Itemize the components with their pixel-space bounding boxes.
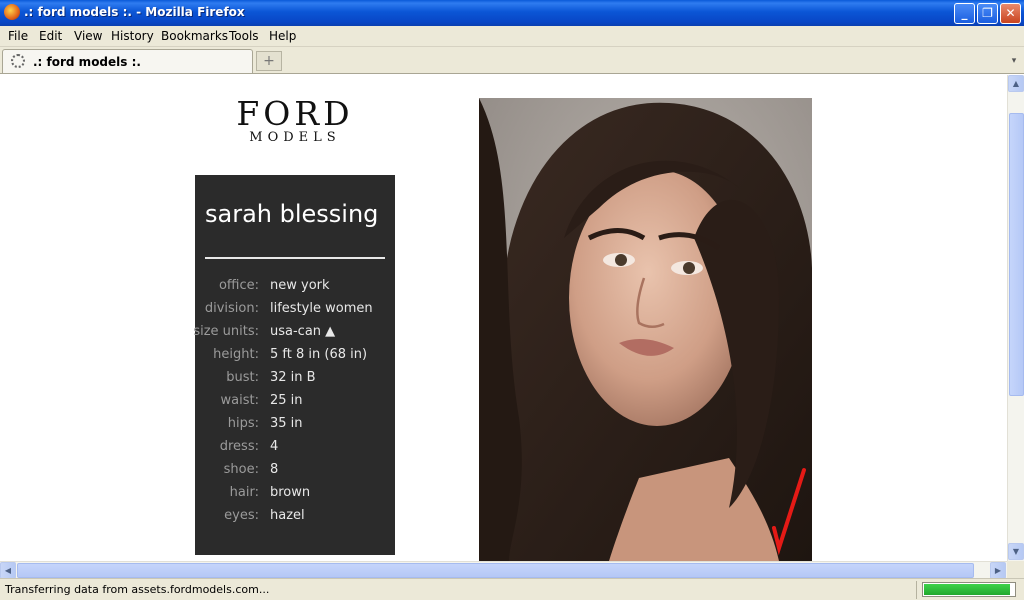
close-button[interactable]: ✕ xyxy=(1000,3,1021,24)
profile-stat-row: dress: 4 xyxy=(195,439,395,462)
profile-stat-label: shoe: xyxy=(223,462,259,477)
menu-tools[interactable]: Tools xyxy=(229,29,259,43)
model-photo xyxy=(479,98,812,561)
profile-stat-label: hips: xyxy=(227,416,259,431)
profile-stat-label: office: xyxy=(218,278,259,293)
profile-stat-row: waist: 25 in xyxy=(195,393,395,416)
profile-stat-value: brown xyxy=(270,485,311,500)
profile-stat-label: division: xyxy=(204,301,259,316)
window-title: .: ford models :. - Mozilla Firefox xyxy=(24,5,245,19)
profile-stat-value: lifestyle women xyxy=(270,301,373,316)
profile-stat-row: hips: 35 in xyxy=(195,416,395,439)
profile-stat-value: 5 ft 8 in (68 in) xyxy=(270,347,368,362)
profile-stat-label: dress: xyxy=(219,439,259,454)
profile-stat-row: division: lifestyle women xyxy=(195,301,395,324)
portrait-image xyxy=(479,98,812,561)
profile-stat-value: hazel xyxy=(270,508,305,523)
vertical-scroll-thumb[interactable] xyxy=(1009,113,1024,396)
title-bar[interactable]: .: ford models :. - Mozilla Firefox _ ❐ … xyxy=(0,0,1024,26)
progress-fill xyxy=(924,584,1010,595)
menu-bookmarks[interactable]: Bookmarks xyxy=(161,29,228,43)
profile-stat-row: bust: 32 in B xyxy=(195,370,395,393)
profile-stat-value: 25 in xyxy=(270,393,303,408)
scroll-down-button[interactable]: ▼ xyxy=(1008,543,1024,560)
profile-stat-label: bust: xyxy=(226,370,259,385)
horizontal-scroll-thumb[interactable] xyxy=(17,563,974,578)
profile-stat-row: office: new york xyxy=(195,278,395,301)
status-divider xyxy=(916,581,917,599)
minimize-button[interactable]: _ xyxy=(954,3,975,24)
loading-spinner-icon xyxy=(11,54,25,68)
profile-stat-label: waist: xyxy=(220,393,259,408)
profile-stat-label: height: xyxy=(213,347,259,362)
menu-history[interactable]: History xyxy=(111,29,154,43)
scroll-right-button[interactable]: ▶ xyxy=(990,562,1006,579)
page-content: FORD MODELS sarah blessing office: new yo… xyxy=(0,75,1007,561)
ford-models-logo[interactable]: FORD MODELS xyxy=(236,97,354,149)
vertical-scrollbar[interactable]: ▲ ▼ xyxy=(1007,75,1024,561)
horizontal-scrollbar[interactable]: ◀ ▶ xyxy=(0,561,1007,579)
maximize-button[interactable]: ❐ xyxy=(977,3,998,24)
scroll-left-button[interactable]: ◀ xyxy=(0,562,16,579)
menu-edit[interactable]: Edit xyxy=(39,29,62,43)
profile-stat-row: eyes: hazel xyxy=(195,508,395,531)
profile-stat-value: 32 in B xyxy=(270,370,316,385)
menu-bar: File Edit View History Bookmarks Tools H… xyxy=(0,26,1024,47)
profile-stat-value: 35 in xyxy=(270,416,303,431)
logo-subtitle: MODELS xyxy=(249,130,341,145)
profile-stat-label: size units: xyxy=(193,324,259,339)
profile-stat-value: 4 xyxy=(270,439,279,454)
menu-help[interactable]: Help xyxy=(269,29,296,43)
profile-stat-value[interactable]: usa-can ▲ xyxy=(270,324,335,339)
tab-bar: .: ford models :. + ▾ xyxy=(0,47,1024,74)
firefox-icon[interactable] xyxy=(4,4,20,20)
tab-ford-models[interactable]: .: ford models :. xyxy=(2,49,253,73)
logo-wordmark: FORD xyxy=(236,94,354,133)
model-profile-panel: sarah blessing office: new york division: l… xyxy=(193,175,395,555)
profile-stat-row: hair: brown xyxy=(195,485,395,508)
profile-stat-row: height: 5 ft 8 in (68 in) xyxy=(195,347,395,370)
scrollbar-corner xyxy=(1007,561,1024,578)
status-text: Transferring data from assets.fordmodels… xyxy=(5,583,270,596)
scroll-up-button[interactable]: ▲ xyxy=(1008,75,1024,92)
menu-file[interactable]: File xyxy=(8,29,28,43)
profile-stat-value: new york xyxy=(270,278,330,293)
divider xyxy=(205,257,385,259)
profile-stat-label: eyes: xyxy=(224,508,259,523)
profile-stat-row: size units: usa-can ▲ xyxy=(193,324,395,347)
profile-stat-label: hair: xyxy=(229,485,259,500)
tab-label: .: ford models :. xyxy=(33,55,141,69)
page-load-progress-bar xyxy=(922,582,1016,597)
profile-stat-row: shoe: 8 xyxy=(195,462,395,485)
new-tab-button[interactable]: + xyxy=(256,51,282,71)
tab-list-chevron-down-icon[interactable]: ▾ xyxy=(1006,51,1022,71)
menu-view[interactable]: View xyxy=(74,29,102,43)
status-bar: Transferring data from assets.fordmodels… xyxy=(0,578,1024,600)
model-name: sarah blessing xyxy=(205,200,379,228)
profile-stat-value: 8 xyxy=(270,462,279,477)
